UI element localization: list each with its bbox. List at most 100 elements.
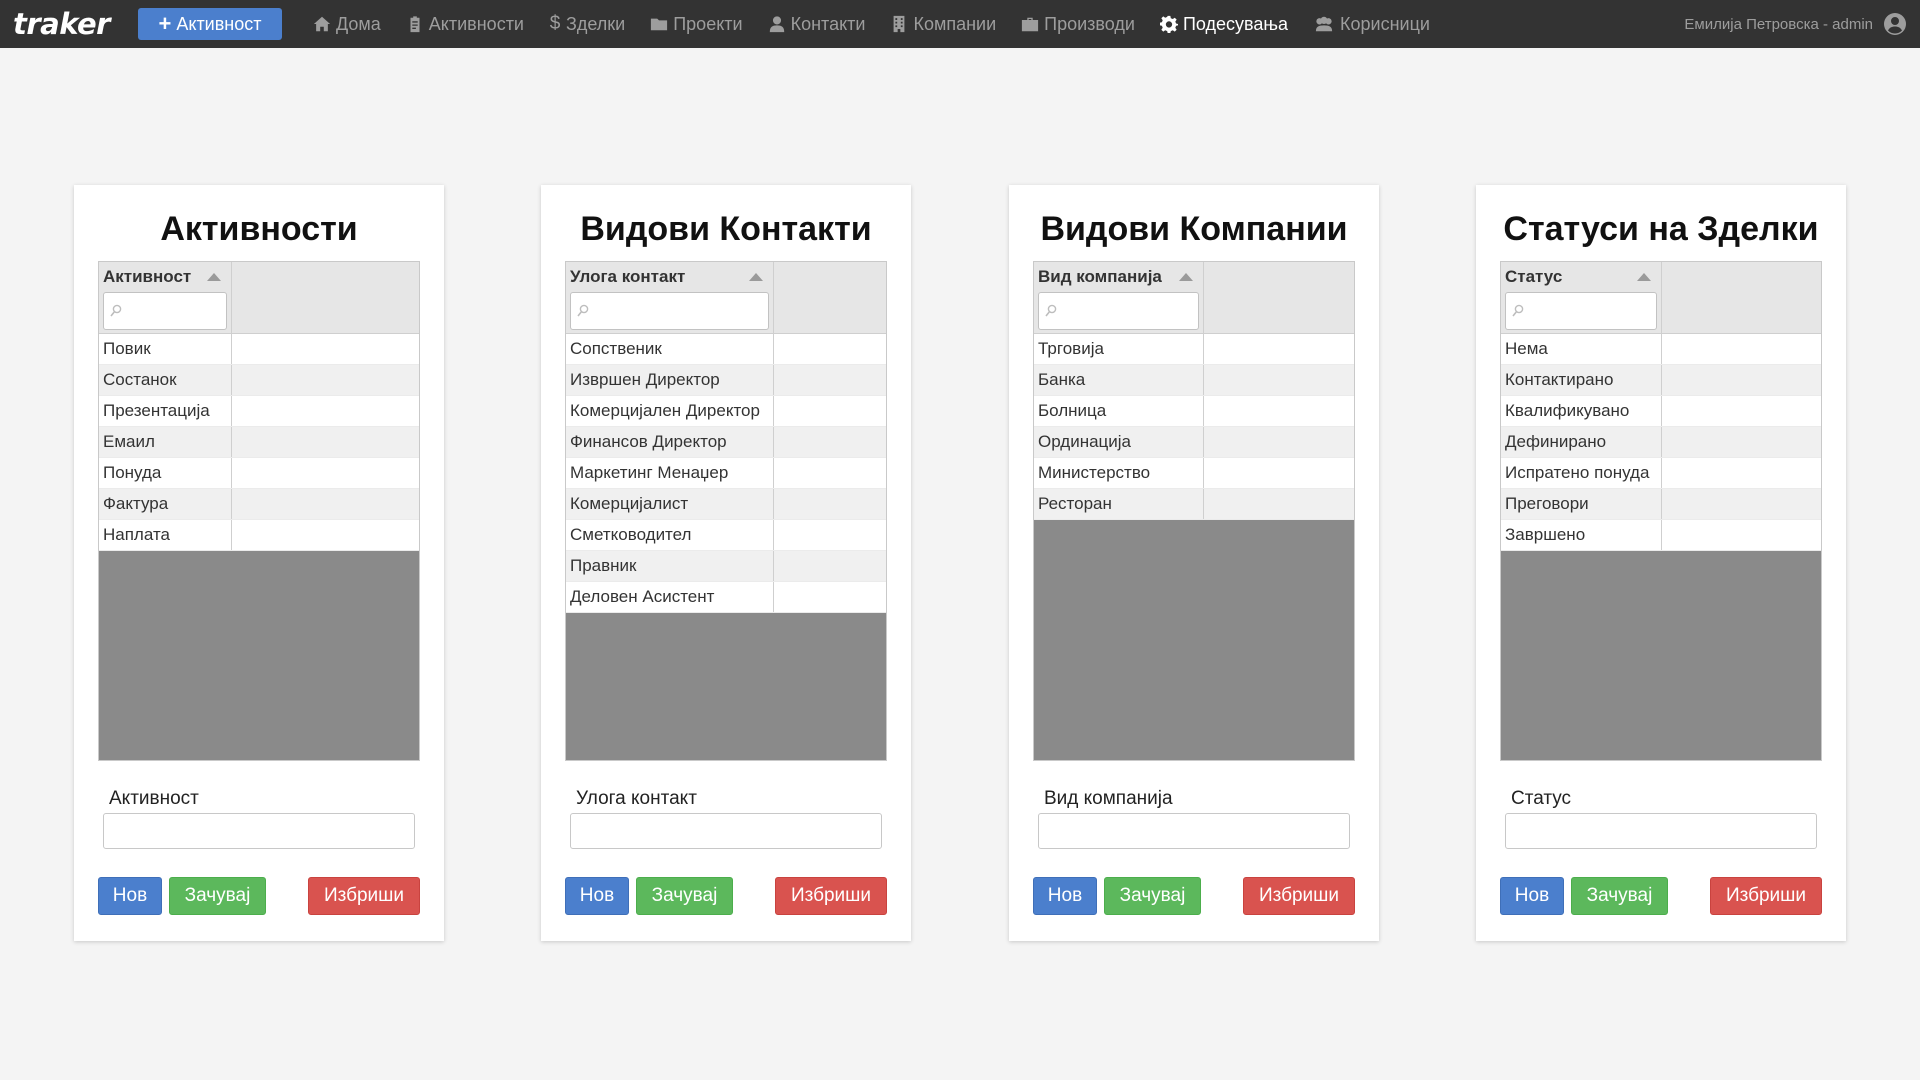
grid-row[interactable]: Понуда <box>99 458 419 489</box>
column-header[interactable]: Улога контакт <box>570 266 769 288</box>
grid-row[interactable]: Комерцијалист <box>566 489 886 520</box>
nav-item-settings[interactable]: Подесувања <box>1159 14 1288 35</box>
column-header-label: Активност <box>103 267 192 286</box>
grid-row[interactable]: Сметководител <box>566 520 886 551</box>
grid-row[interactable]: Банка <box>1034 365 1354 396</box>
new-button[interactable]: Нов <box>1500 877 1564 915</box>
nav-item-projects[interactable]: Проекти <box>650 14 743 35</box>
grid-cell-empty <box>774 334 886 364</box>
new-button[interactable]: Нов <box>565 877 629 915</box>
grid-row[interactable]: Нема <box>1501 334 1821 365</box>
nav-item-companies[interactable]: Компании <box>890 14 996 35</box>
new-button[interactable]: Нов <box>98 877 162 915</box>
field-label: Вид компанија <box>1044 788 1173 809</box>
sort-ascending-icon[interactable] <box>749 273 763 281</box>
user-name[interactable]: Емилија Петровска - admin <box>1684 16 1873 33</box>
save-button[interactable]: Зачувај <box>1104 877 1201 915</box>
grid-cell: Деловен Асистент <box>566 582 774 612</box>
column-header[interactable]: Активност <box>103 266 227 288</box>
grid-cell: Повик <box>99 334 232 364</box>
nav-item-users[interactable]: Корисници <box>1313 14 1430 35</box>
grid-cell-empty <box>1204 334 1354 364</box>
grid-row[interactable]: Завршено <box>1501 520 1821 551</box>
column-filter-input[interactable] <box>570 292 769 330</box>
new-button[interactable]: Нов <box>1033 877 1097 915</box>
users-icon <box>1313 15 1335 33</box>
nav-item-deals[interactable]: $ Зделки <box>549 13 626 35</box>
nav-item-home[interactable]: Дома <box>313 14 381 35</box>
user-menu[interactable]: Емилија Петровска - admin <box>1684 0 1907 48</box>
data-grid: Улога контакт Сопственик Извршен Директо… <box>565 261 887 761</box>
column-filter-input[interactable] <box>103 292 227 330</box>
name-input[interactable] <box>103 813 415 849</box>
gear-icon <box>1159 15 1178 33</box>
sort-ascending-icon[interactable] <box>1179 273 1193 281</box>
nav-item-label: Компании <box>913 13 997 34</box>
grid-row[interactable]: Фактура <box>99 489 419 520</box>
grid-row[interactable]: Ресторан <box>1034 489 1354 520</box>
grid-body: Повик Состанок Презентација Емаил Понуда… <box>99 334 419 551</box>
new-activity-button[interactable]: + Активност <box>138 8 282 40</box>
save-button[interactable]: Зачувај <box>1571 877 1668 915</box>
nav-item-products[interactable]: Производи <box>1021 14 1135 35</box>
column-filter-input[interactable] <box>1505 292 1657 330</box>
sort-ascending-icon[interactable] <box>207 273 221 281</box>
grid-cell-empty <box>774 396 886 426</box>
save-button[interactable]: Зачувај <box>169 877 266 915</box>
grid-cell-empty <box>232 489 419 519</box>
nav-item-contacts[interactable]: Контакти <box>768 14 865 35</box>
panel-title: Статуси на Зделки <box>1503 210 1819 248</box>
grid-cell: Ресторан <box>1034 489 1204 519</box>
grid-row[interactable]: Наплата <box>99 520 419 551</box>
column-header-label: Статус <box>1505 267 1563 286</box>
grid-row[interactable]: Емаил <box>99 427 419 458</box>
grid-row[interactable]: Испратено понуда <box>1501 458 1821 489</box>
grid-row[interactable]: Контактирано <box>1501 365 1821 396</box>
nav-item-label: Производи <box>1044 13 1135 34</box>
grid-row[interactable]: Сопственик <box>566 334 886 365</box>
save-button[interactable]: Зачувај <box>636 877 733 915</box>
grid-cell-empty <box>1662 458 1821 488</box>
grid-row[interactable]: Деловен Асистент <box>566 582 886 613</box>
grid-row[interactable]: Трговија <box>1034 334 1354 365</box>
grid-row[interactable]: Комерцијален Директор <box>566 396 886 427</box>
grid-row[interactable]: Ординација <box>1034 427 1354 458</box>
brand-logo[interactable]: traker <box>13 7 125 41</box>
delete-button[interactable]: Избриши <box>775 877 887 915</box>
grid-row[interactable]: Маркетинг Менаџер <box>566 458 886 489</box>
grid-row[interactable]: Извршен Директор <box>566 365 886 396</box>
grid-row[interactable]: Министерство <box>1034 458 1354 489</box>
dollar-icon: $ <box>549 13 561 34</box>
grid-header-empty <box>1204 262 1354 333</box>
search-icon <box>1512 304 1524 318</box>
name-input[interactable] <box>1038 813 1350 849</box>
name-input[interactable] <box>1505 813 1817 849</box>
grid-cell-empty <box>774 551 886 581</box>
grid-row[interactable]: Правник <box>566 551 886 582</box>
name-input[interactable] <box>570 813 882 849</box>
delete-button[interactable]: Избриши <box>308 877 420 915</box>
grid-row[interactable]: Болница <box>1034 396 1354 427</box>
grid-row[interactable]: Повик <box>99 334 419 365</box>
grid-row[interactable]: Презентација <box>99 396 419 427</box>
grid-cell-empty <box>1204 458 1354 488</box>
user-circle-icon[interactable] <box>1883 12 1907 36</box>
grid-cell: Комерцијалист <box>566 489 774 519</box>
grid-row[interactable]: Дефинирано <box>1501 427 1821 458</box>
grid-row[interactable]: Финансов Директор <box>566 427 886 458</box>
delete-button[interactable]: Избриши <box>1710 877 1822 915</box>
grid-row[interactable]: Состанок <box>99 365 419 396</box>
sort-ascending-icon[interactable] <box>1637 273 1651 281</box>
column-header[interactable]: Вид компанија <box>1038 266 1199 288</box>
grid-row[interactable]: Квалификувано <box>1501 396 1821 427</box>
grid-body: Нема Контактирано Квалификувано Дефинира… <box>1501 334 1821 551</box>
column-filter-input[interactable] <box>1038 292 1199 330</box>
grid-row[interactable]: Преговори <box>1501 489 1821 520</box>
grid-cell: Квалификувано <box>1501 396 1662 426</box>
grid-header: Улога контакт <box>566 262 886 334</box>
home-icon <box>313 15 331 33</box>
column-header-label: Улога контакт <box>570 267 686 286</box>
column-header[interactable]: Статус <box>1505 266 1657 288</box>
delete-button[interactable]: Избриши <box>1243 877 1355 915</box>
nav-item-activities[interactable]: Активности <box>406 14 524 35</box>
